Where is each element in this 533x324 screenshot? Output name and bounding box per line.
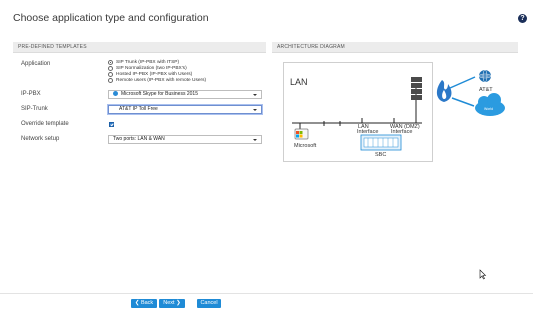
microsoft-server-icon — [294, 128, 309, 140]
radio-checked-icon[interactable] — [108, 60, 113, 65]
globe-icon — [478, 69, 492, 83]
radio-label: Remote users (IP-PBX with remote Users) — [116, 78, 207, 83]
network-select[interactable]: Two ports: LAN & WAN — [108, 135, 262, 144]
radio-label: SIP Normalization (two IP-PBX's) — [116, 66, 187, 71]
ippbx-value: Microsoft Skype for Business 2015 — [121, 91, 198, 97]
mouse-cursor-icon — [479, 269, 487, 280]
lan-title: LAN — [290, 77, 308, 87]
radio-label: Hosted IP-PBX (IP-PBX with Users) — [116, 72, 193, 77]
radio-option-sip-trunk[interactable]: SIP Trunk (IP-PBX with ITSP) — [108, 60, 179, 65]
templates-panel: PRE-DEFINED TEMPLATES Application SIP Tr… — [13, 42, 266, 290]
templates-header: PRE-DEFINED TEMPLATES — [13, 42, 266, 53]
lan-box: LAN Microsoft LAN Interface WAN (DMZ) In… — [283, 62, 433, 162]
network-value: Two ports: LAN & WAN — [113, 136, 165, 142]
application-label: Application — [21, 61, 51, 67]
att-label: AT&T — [479, 87, 493, 93]
wan-interface-label-2: Interface — [391, 129, 412, 135]
radio-option-sip-normalization[interactable]: SIP Normalization (two IP-PBX's) — [108, 66, 187, 71]
radio-icon[interactable] — [108, 66, 113, 71]
chevron-down-icon — [253, 109, 257, 111]
microsoft-label: Microsoft — [294, 143, 317, 149]
network-label: Network setup — [21, 136, 60, 142]
help-icon[interactable]: ? — [518, 14, 527, 23]
siptrunk-value: AT&T IP Toll Free — [119, 106, 158, 112]
chevron-down-icon — [253, 139, 257, 141]
skype-icon — [113, 91, 118, 97]
override-checkbox[interactable] — [109, 122, 114, 127]
siptrunk-select[interactable]: AT&T IP Toll Free — [108, 105, 262, 114]
lan-interface-label-2: Interface — [357, 129, 378, 135]
footer-divider — [0, 293, 533, 294]
architecture-header: ARCHITECTURE DIAGRAM — [272, 42, 518, 53]
radio-option-hosted-ippbx[interactable]: Hosted IP-PBX (IP-PBX with Users) — [108, 72, 192, 77]
radio-option-remote-users[interactable]: Remote users (IP-PBX with remote Users) — [108, 78, 206, 83]
ippbx-label: IP-PBX — [21, 91, 41, 97]
sbc-label: SBC — [375, 152, 386, 158]
cancel-button[interactable]: Cancel — [197, 299, 221, 308]
external-diagram: AT&T World — [436, 69, 505, 116]
radio-icon[interactable] — [108, 78, 113, 83]
chevron-down-icon — [253, 94, 257, 96]
radio-icon[interactable] — [108, 72, 113, 77]
page-title: Choose application type and configuratio… — [13, 12, 209, 24]
next-button[interactable]: Next ❯ — [159, 299, 185, 308]
arrow-right-icon — [451, 97, 475, 107]
lan-diagram: LAN Microsoft LAN Interface WAN (DMZ) In… — [290, 77, 422, 158]
fire-icon — [436, 80, 452, 102]
architecture-panel: ARCHITECTURE DIAGRAM LAN Microsoft LAN I… — [272, 42, 518, 290]
siptrunk-label: SIP-Trunk — [21, 106, 48, 112]
ippbx-select[interactable]: Microsoft Skype for Business 2015 — [108, 90, 262, 99]
cloud-icon — [475, 93, 505, 116]
override-label: Override template — [21, 121, 69, 127]
cloud-label: World — [484, 107, 493, 111]
radio-label: SIP Trunk (IP-PBX with ITSP) — [116, 60, 180, 65]
sbc-device-icon — [360, 134, 402, 151]
back-button[interactable]: ❮ Back — [131, 299, 157, 308]
arrow-up-right-icon — [449, 76, 476, 89]
